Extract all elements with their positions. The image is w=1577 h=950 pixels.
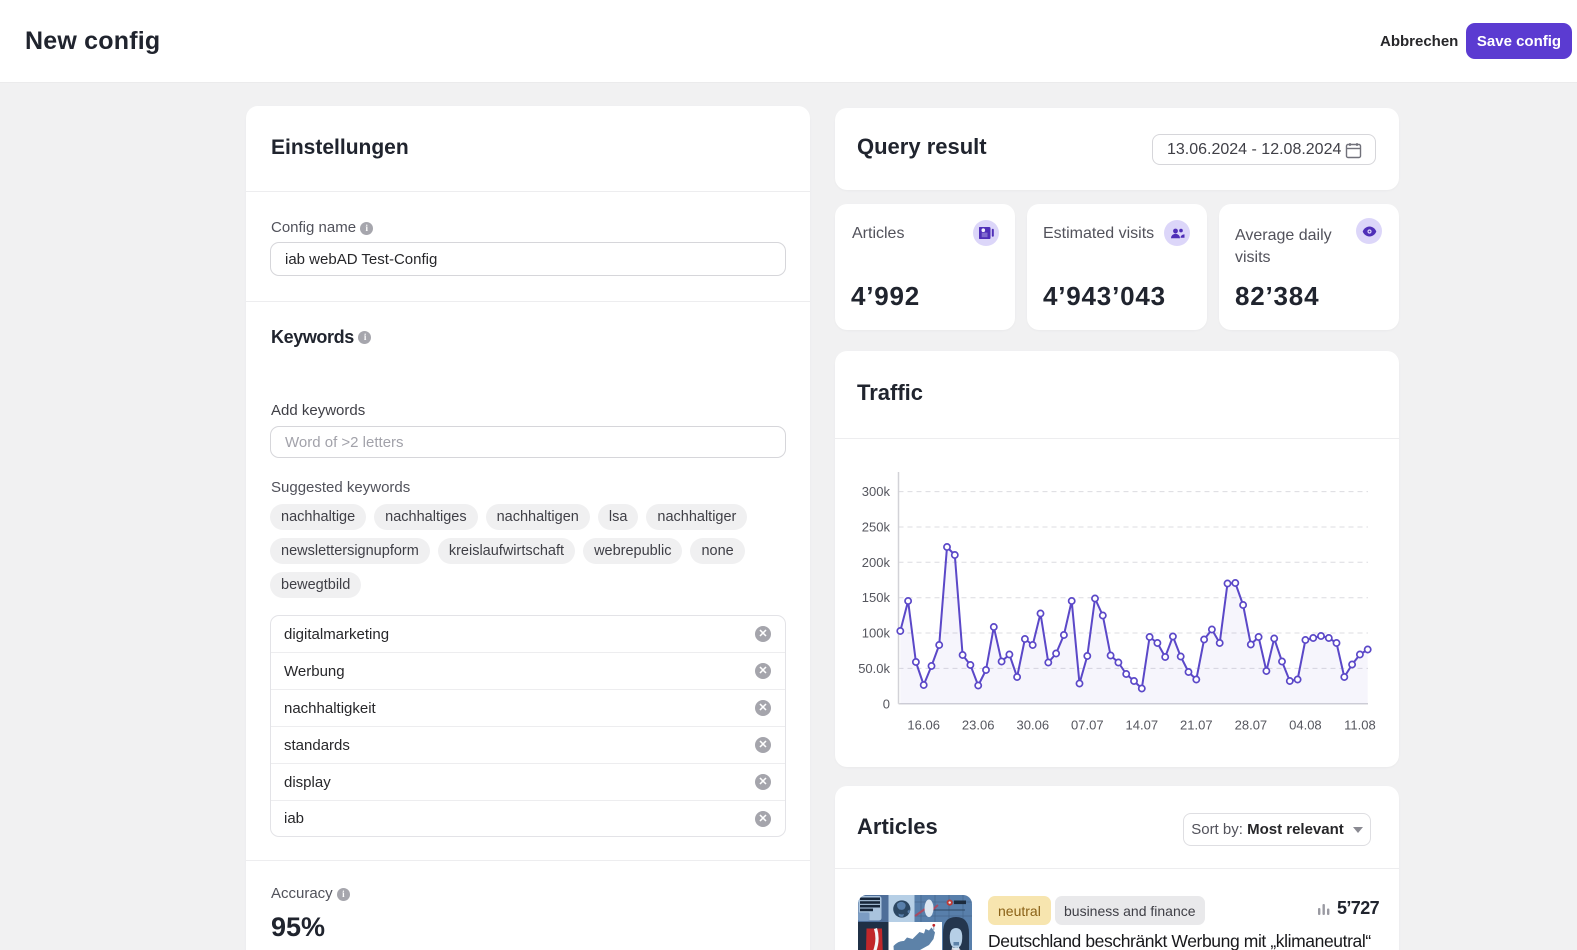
- svg-text:30.06: 30.06: [1017, 718, 1050, 733]
- svg-text:23.06: 23.06: [962, 718, 995, 733]
- svg-text:14.07: 14.07: [1126, 718, 1159, 733]
- svg-text:50.0k: 50.0k: [858, 661, 890, 676]
- svg-text:04.08: 04.08: [1289, 718, 1322, 733]
- svg-text:0: 0: [883, 696, 890, 711]
- svg-text:200k: 200k: [862, 555, 891, 570]
- svg-text:300k: 300k: [862, 484, 891, 499]
- svg-text:07.07: 07.07: [1071, 718, 1104, 733]
- svg-text:16.06: 16.06: [907, 718, 940, 733]
- svg-text:250k: 250k: [862, 520, 891, 535]
- svg-text:150k: 150k: [862, 590, 891, 605]
- svg-text:21.07: 21.07: [1180, 718, 1213, 733]
- svg-text:100k: 100k: [862, 626, 891, 641]
- svg-text:28.07: 28.07: [1235, 718, 1268, 733]
- svg-text:11.08: 11.08: [1344, 718, 1376, 733]
